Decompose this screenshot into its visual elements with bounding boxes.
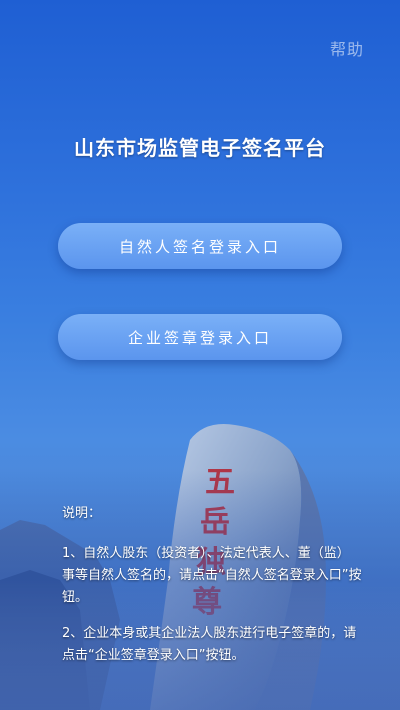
page-title: 山东市场监管电子签名平台 xyxy=(74,136,326,160)
instructions-heading: 说明： xyxy=(62,506,102,521)
instruction-item-1: 1、自然人股东（投资者）、法定代表人、董（监）事等自然人签名的，请点击“自然人签… xyxy=(62,546,362,605)
personal-signature-login-button[interactable]: 自然人签名登录入口 xyxy=(58,223,342,269)
login-screen: 五 岳 独 尊 帮助 山东市场监管电子签名平台 自然人签名登录入口 企业签章登录… xyxy=(0,0,400,710)
instruction-item-2: 2、企业本身或其企业法人股东进行电子签章的，请点击“企业签章登录入口”按钮。 xyxy=(62,626,357,663)
enterprise-seal-login-button[interactable]: 企业签章登录入口 xyxy=(58,314,342,360)
help-link[interactable]: 帮助 xyxy=(330,36,364,60)
instructions: 说明： 1、自然人股东（投资者）、法定代表人、董（监）事等自然人签名的，请点击“… xyxy=(62,503,362,681)
